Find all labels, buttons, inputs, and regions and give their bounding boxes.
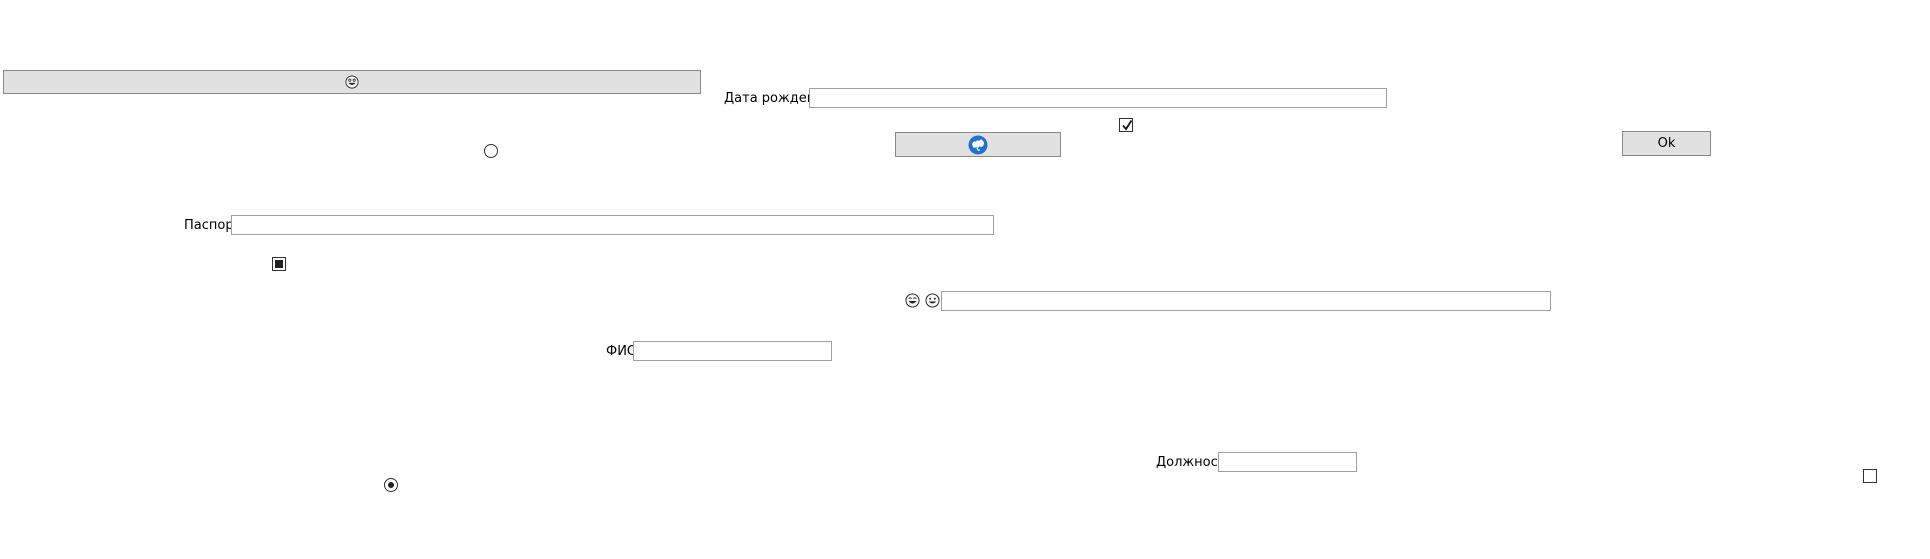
smiling-face-icon [925,293,940,308]
emoji-field[interactable] [941,291,1551,311]
radio-selected-dot [388,482,394,488]
bottom-checkbox[interactable] [1863,469,1877,483]
window: Дата рождения Ok Паспорт ФИО Должность [0,0,1930,559]
fio-field[interactable] [633,341,832,361]
radio-bottom[interactable] [384,478,398,492]
radio-top[interactable] [484,144,498,158]
passport-field[interactable] [231,215,994,235]
birth-date-field[interactable] [809,88,1387,108]
ok-button[interactable]: Ok [1622,131,1711,156]
position-field[interactable] [1218,452,1357,472]
grinning-face-icon [345,75,359,89]
globe-icon [968,135,988,154]
indeterminate-mark [275,260,283,268]
globe-button[interactable] [895,132,1061,157]
laughing-face-icon [905,293,920,308]
checkmark-icon [1122,120,1133,131]
emoji-button[interactable] [3,70,701,94]
indeterminate-checkbox[interactable] [272,257,286,271]
top-checkbox[interactable] [1119,118,1133,132]
